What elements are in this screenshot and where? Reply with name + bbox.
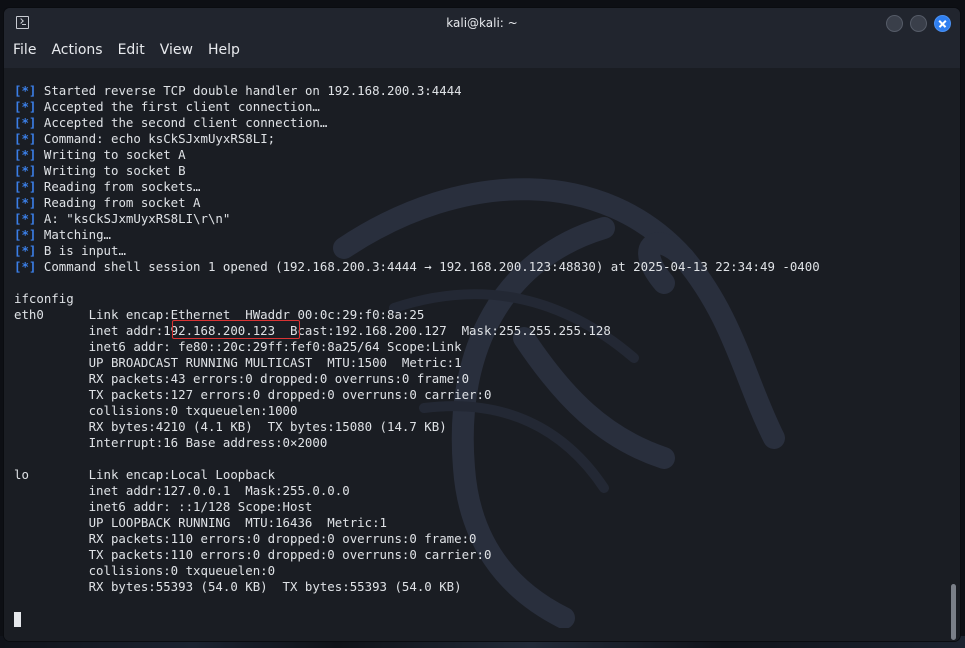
- status-tag: [*]: [14, 179, 37, 194]
- ifconfig-line: collisions:0 txqueuelen:0: [14, 563, 276, 578]
- terminal-window: kali@kali: ~ File Actions Edit View Help [*]…: [4, 8, 960, 641]
- ifconfig-line: collisions:0 txqueuelen:1000: [14, 403, 298, 418]
- log-line: [*] Writing to socket A: [14, 147, 820, 163]
- log-line: [*] Matching…: [14, 227, 820, 243]
- status-tag: [*]: [14, 227, 37, 242]
- log-line: [*] Writing to socket B: [14, 163, 820, 179]
- window-title: kali@kali: ~: [446, 16, 518, 30]
- log-message: Reading from sockets…: [43, 179, 201, 194]
- title-bar[interactable]: kali@kali: ~: [4, 8, 960, 38]
- log-line: [*] Reading from socket A: [14, 195, 820, 211]
- menu-help[interactable]: Help: [199, 38, 246, 58]
- ifconfig-line: inet addr:192.168.200.123 Bcast:192.168.…: [14, 323, 611, 338]
- status-tag: [*]: [14, 99, 37, 114]
- log-line: [*] Accepted the first client connection…: [14, 99, 820, 115]
- menu-actions[interactable]: Actions: [42, 38, 108, 58]
- ifconfig-line: RX bytes:55393 (54.0 KB) TX bytes:55393 …: [14, 579, 462, 594]
- log-message: B is input…: [43, 243, 126, 258]
- terminal-output[interactable]: [*] Started reverse TCP double handler o…: [4, 68, 960, 641]
- command-line: ifconfig: [14, 291, 74, 306]
- ifconfig-line: RX packets:110 errors:0 dropped:0 overru…: [14, 531, 477, 546]
- close-button[interactable]: [934, 15, 951, 32]
- log-line: [*] Command shell session 1 opened (192.…: [14, 259, 820, 275]
- log-line: [*] B is input…: [14, 243, 820, 259]
- status-tag: [*]: [14, 211, 37, 226]
- ifconfig-line: UP LOOPBACK RUNNING MTU:16436 Metric:1: [14, 515, 387, 530]
- menu-file[interactable]: File: [4, 38, 42, 58]
- log-message: Accepted the second client connection…: [43, 115, 328, 130]
- log-message: Accepted the first client connection…: [43, 99, 320, 114]
- log-line: [*] Accepted the second client connectio…: [14, 115, 820, 131]
- status-tag: [*]: [14, 131, 37, 146]
- log-line: [*] Reading from sockets…: [14, 179, 820, 195]
- log-line: [*] A: "ksCkSJxmUyxRS8LI\r\n": [14, 211, 820, 227]
- ifconfig-line: RX packets:43 errors:0 dropped:0 overrun…: [14, 371, 470, 386]
- ifconfig-line: TX packets:127 errors:0 dropped:0 overru…: [14, 387, 492, 402]
- ip-address-highlight-box: [172, 320, 300, 339]
- log-message: Command shell session 1 opened (192.168.…: [43, 259, 820, 274]
- status-tag: [*]: [14, 83, 37, 98]
- status-tag: [*]: [14, 115, 37, 130]
- log-message: A: "ksCkSJxmUyxRS8LI\r\n": [43, 211, 231, 226]
- log-message: Command: echo ksCkSJxmUyxRS8LI;: [43, 131, 276, 146]
- ifconfig-line: inet6 addr: fe80::20c:29ff:fef0:8a25/64 …: [14, 339, 462, 354]
- status-tag: [*]: [14, 243, 37, 258]
- menu-view[interactable]: View: [151, 38, 199, 58]
- menu-bar: File Actions Edit View Help: [4, 38, 960, 64]
- ifconfig-line: Interrupt:16 Base address:0×2000: [14, 435, 328, 450]
- ifconfig-line: TX packets:110 errors:0 dropped:0 overru…: [14, 547, 492, 562]
- log-message: Started reverse TCP double handler on 19…: [43, 83, 462, 98]
- log-message: Matching…: [43, 227, 111, 242]
- status-tag: [*]: [14, 195, 37, 210]
- log-message: Writing to socket B: [43, 163, 186, 178]
- menu-edit[interactable]: Edit: [109, 38, 151, 58]
- ifconfig-line: inet6 addr: ::1/128 Scope:Host: [14, 499, 313, 514]
- ifconfig-line: lo Link encap:Local Loopback: [14, 467, 276, 482]
- minimize-button[interactable]: [886, 15, 903, 32]
- ifconfig-line: RX bytes:4210 (4.1 KB) TX bytes:15080 (1…: [14, 419, 447, 434]
- log-message: Writing to socket A: [43, 147, 186, 162]
- status-tag: [*]: [14, 147, 37, 162]
- ifconfig-line: eth0 Link encap:Ethernet HWaddr 00:0c:29…: [14, 307, 425, 322]
- log-message: Reading from socket A: [43, 195, 201, 210]
- status-tag: [*]: [14, 259, 37, 274]
- log-line: [*] Command: echo ksCkSJxmUyxRS8LI;: [14, 131, 820, 147]
- ifconfig-line: inet addr:127.0.0.1 Mask:255.0.0.0: [14, 483, 350, 498]
- ifconfig-line: [14, 451, 820, 467]
- log-line: [*] Started reverse TCP double handler o…: [14, 83, 820, 99]
- terminal-text: [*] Started reverse TCP double handler o…: [14, 83, 820, 595]
- ifconfig-line: UP BROADCAST RUNNING MULTICAST MTU:1500 …: [14, 355, 462, 370]
- text-cursor: [14, 612, 21, 627]
- scrollbar-thumb[interactable]: [951, 584, 956, 640]
- status-tag: [*]: [14, 163, 37, 178]
- maximize-button[interactable]: [910, 15, 927, 32]
